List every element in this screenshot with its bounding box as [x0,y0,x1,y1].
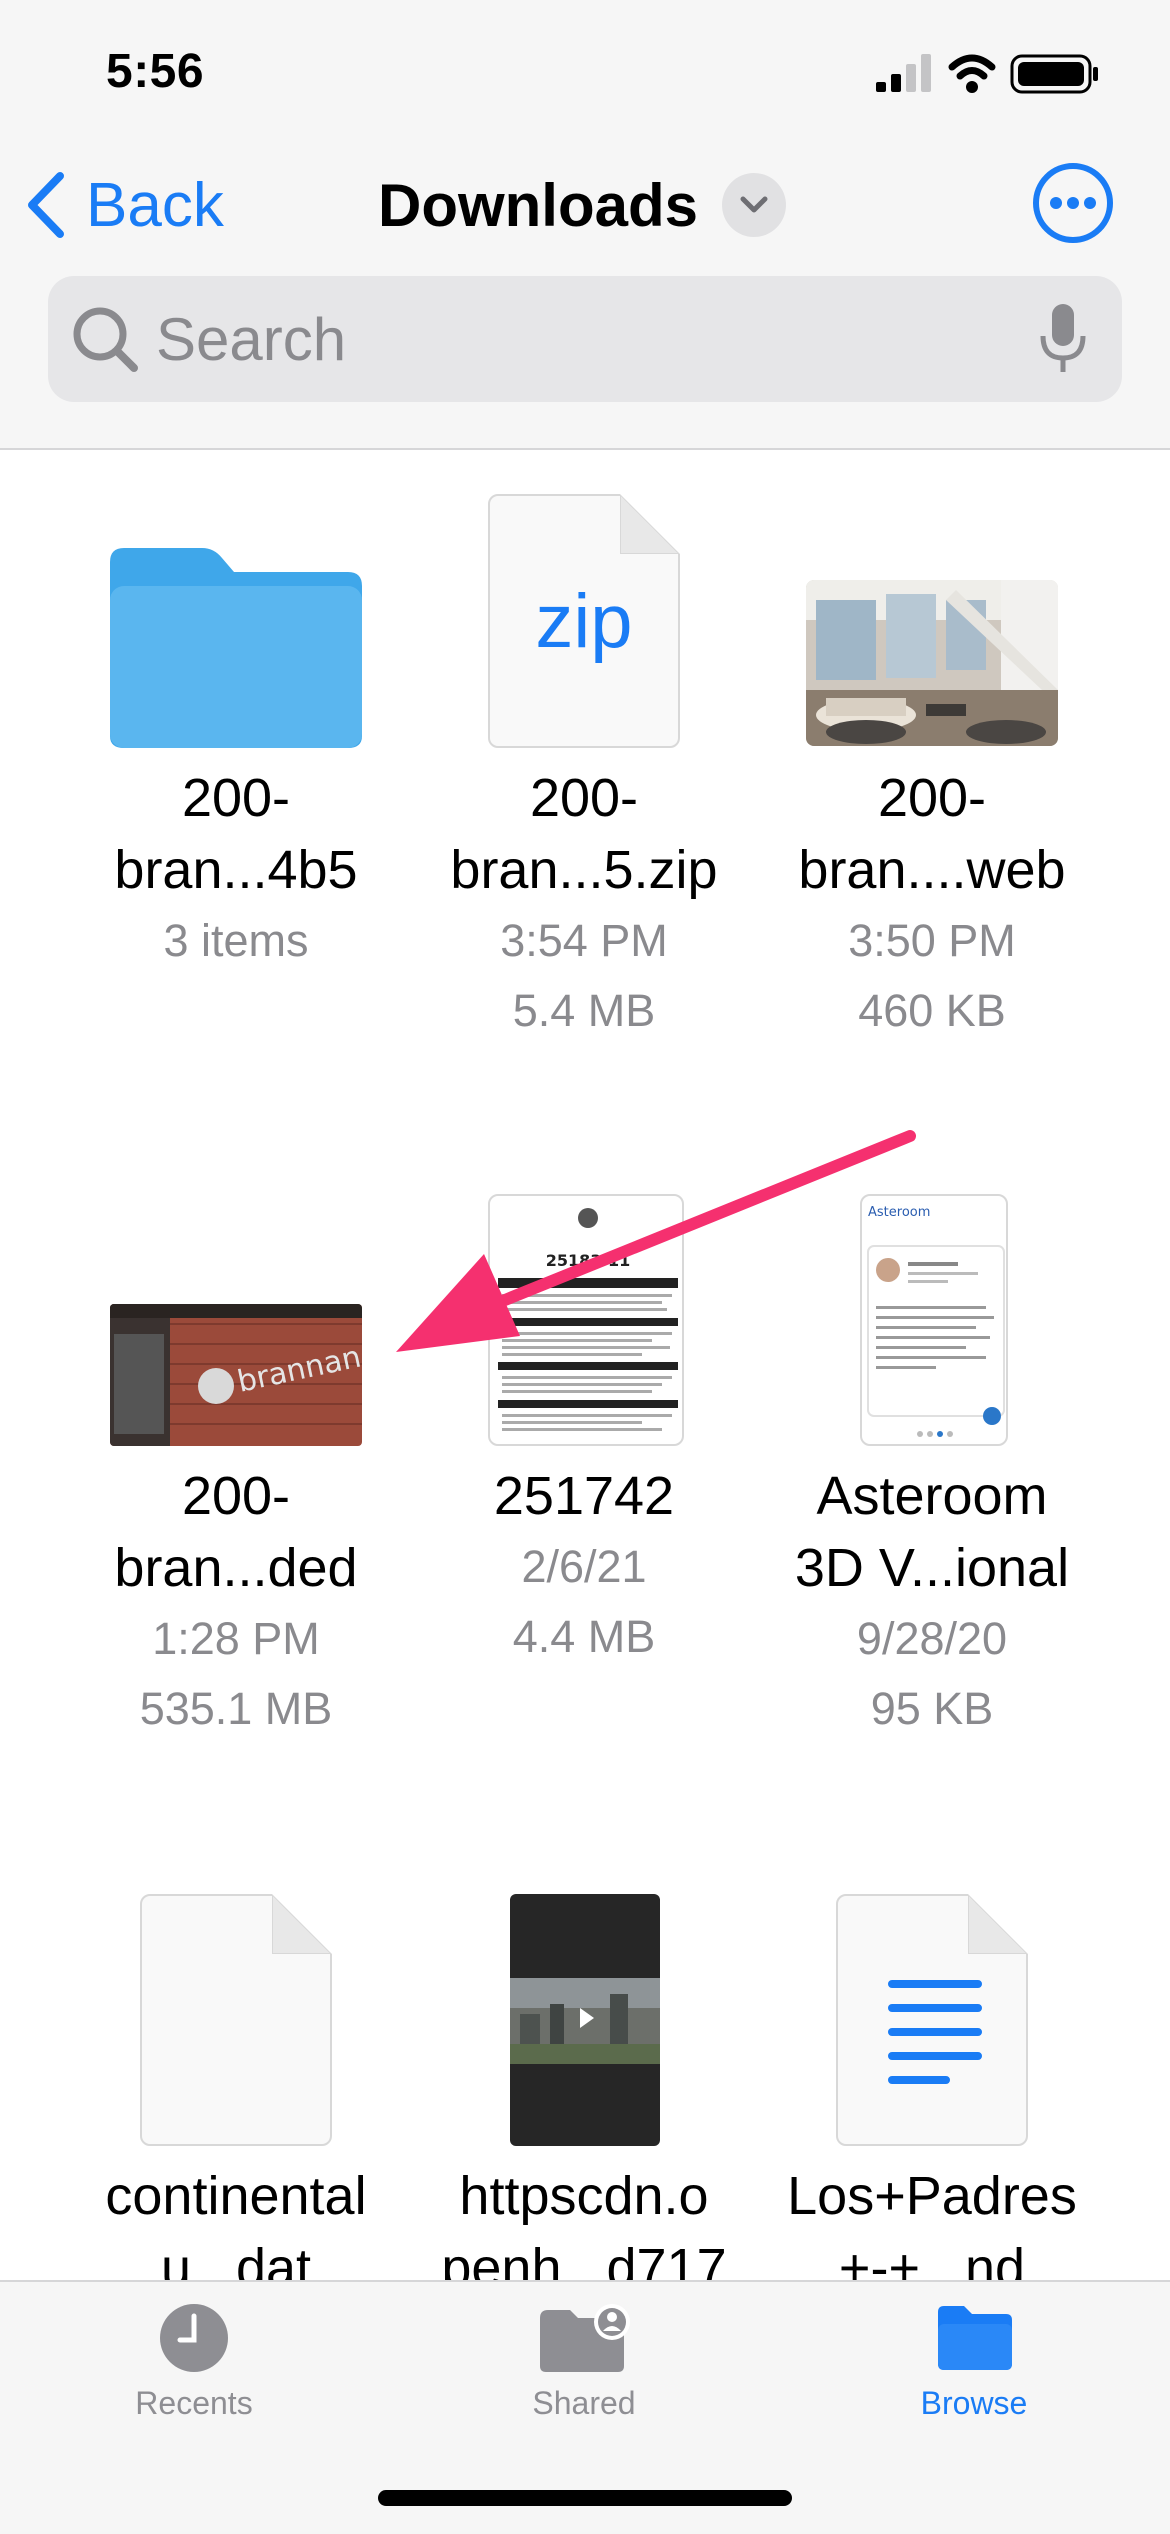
zip-file-icon: zip [488,494,680,748]
status-icons [870,0,1170,140]
webpage-logo-text: Asteroom [868,1205,930,1220]
file-item[interactable]: continental u...dat [66,1848,406,2280]
file-meta: 95 KB [870,1683,994,1734]
webpage-thumbnail: Asteroom [860,1194,1008,1446]
home-indicator [378,2490,792,2506]
page-title: Downloads [378,171,699,239]
clock-icon [160,2304,228,2372]
pdf-thumbnail: 25183-11 [488,1194,684,1446]
file-name: bran...4b5 [114,840,358,900]
file-meta: 3:50 PM [848,915,1016,966]
back-button[interactable]: Back [24,160,224,250]
file-name: 200- [181,1466,291,1526]
file-item[interactable]: Asteroom Asteroom 3D V...ional 9/28/20 9… [762,1148,1102,1744]
file-name: httpscdn.o [459,2166,709,2226]
chevron-down-icon[interactable] [722,173,787,237]
file-item[interactable]: brannan 200- bran...ded 1:28 PM 535.1 MB [66,1148,406,1744]
search-icon [73,307,138,372]
file-name: 251742 [493,1466,675,1526]
more-button[interactable] [1032,162,1114,244]
file-meta: 2/6/21 [521,1541,647,1592]
file-item[interactable]: Los+Padres +-+...nd [762,1848,1102,2280]
photo-thumbnail [806,580,1058,746]
status-time: 5:56 [106,45,205,98]
file-grid: 200- bran...4b5 3 items zip 200- bran...… [0,450,1170,2280]
shared-folder-icon [540,2304,630,2372]
tab-shared[interactable]: Shared [454,2302,714,2422]
file-item[interactable]: 25183-11 251742 2/6/21 4.4 MB [414,1148,754,1672]
file-item[interactable]: httpscdn.o penh...d717 [414,1848,754,2280]
file-meta: 535.1 MB [139,1683,333,1734]
file-meta: 3 items [163,915,309,966]
search-bar[interactable] [48,276,1122,402]
file-meta: 5.4 MB [512,985,656,1036]
file-name: 200- [877,768,987,828]
back-label: Back [86,170,224,240]
folder-icon [110,548,362,748]
title-menu[interactable]: Downloads [378,162,787,248]
file-name: bran....web [798,840,1066,900]
tab-recents[interactable]: Recents [64,2302,324,2422]
pdf-heading: 25183-11 [546,1251,631,1270]
zip-label: zip [535,579,633,664]
search-input[interactable] [156,276,1036,402]
tab-browse[interactable]: Browse [844,2302,1104,2422]
file-item[interactable]: zip 200- bran...5.zip 3:54 PM 5.4 MB [414,450,754,1046]
file-name: u...dat [160,2238,312,2280]
file-name: 200- [529,768,639,828]
video-thumbnail: brannan [110,1304,362,1446]
file-name: bran...5.zip [450,840,718,900]
file-name: 200- [181,768,291,828]
file-name: Los+Padres [787,2166,1077,2226]
ellipsis-circle-icon [1033,163,1113,243]
file-meta: 9/28/20 [856,1613,1008,1664]
file-meta: 4.4 MB [512,1611,656,1662]
microphone-icon[interactable] [1038,302,1088,376]
folder-icon [938,2306,1012,2370]
file-item[interactable]: 200- bran...4b5 3 items [66,450,406,976]
signal-wifi-battery-icons [876,54,1098,94]
tab-label: Recents [135,2385,253,2421]
file-name: +-+...nd [838,2238,1026,2280]
blank-file-icon [140,1894,332,2146]
tab-label: Shared [532,2385,636,2421]
chevron-left-icon [28,172,64,238]
file-item[interactable]: 200- bran....web 3:50 PM 460 KB [762,450,1102,1046]
video-thumbnail [510,1894,660,2146]
file-meta: 1:28 PM [152,1613,320,1664]
file-name: bran...ded [114,1538,358,1598]
file-name: 3D V...ional [794,1538,1070,1598]
text-document-icon [836,1894,1028,2146]
file-name: Asteroom [816,1466,1048,1526]
file-name: continental [105,2166,367,2226]
file-name: penh...d717 [441,2238,727,2280]
file-meta: 460 KB [858,985,1006,1036]
tab-label: Browse [920,2385,1028,2421]
file-meta: 3:54 PM [500,915,668,966]
header: 5:56 Back Downloads [0,0,1170,450]
